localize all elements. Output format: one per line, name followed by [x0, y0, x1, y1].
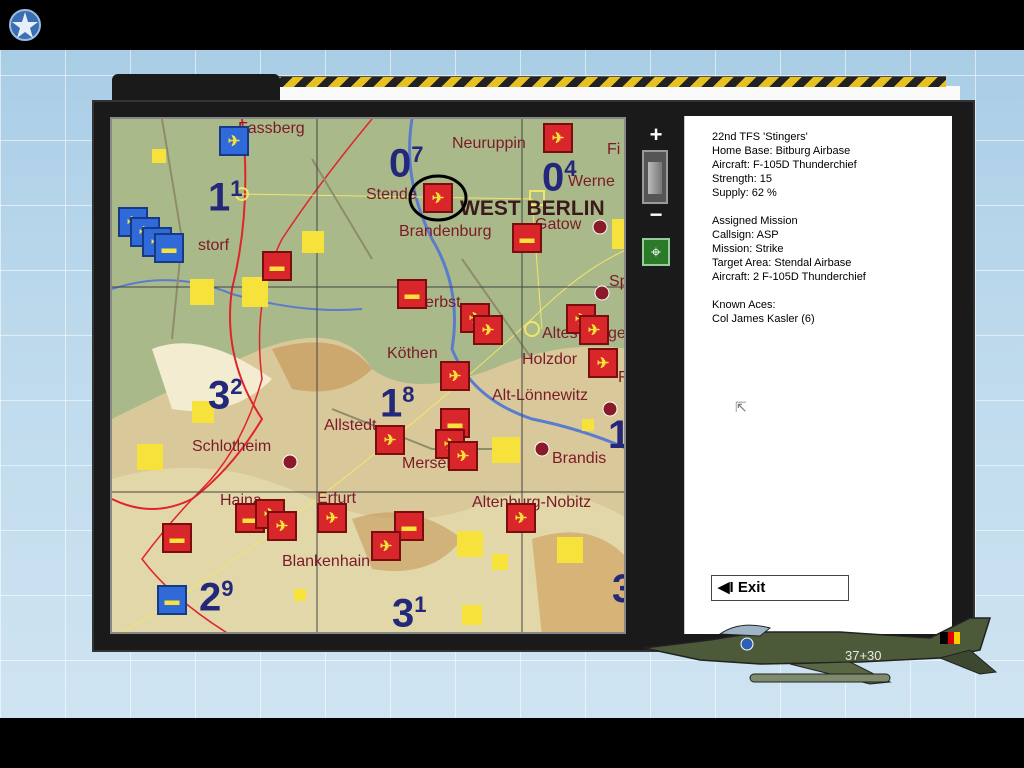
home-base: Home Base: Bitburg Airbase [712, 145, 851, 157]
map-label-storf: storf [198, 237, 230, 254]
pact-air-unit[interactable]: ✈ [543, 123, 573, 153]
pact-armor-unit[interactable]: ▬ [512, 223, 542, 253]
campaign-map[interactable]: Fassberg Neuruppin Fi Werne Stende WEST … [110, 117, 626, 634]
zoom-in-button[interactable]: + [640, 124, 672, 146]
map-label-neuruppin: Neuruppin [452, 135, 526, 152]
pact-air-unit[interactable]: ✈ [506, 503, 536, 533]
pact-air-unit[interactable]: ✈ [440, 361, 470, 391]
top-bar [0, 0, 1024, 50]
unit-supply: Supply: 62 % [712, 187, 777, 199]
mission-callsign: Callsign: ASP [712, 229, 779, 241]
zoom-slider[interactable] [642, 150, 668, 204]
pact-armor-unit[interactable]: ▬ [397, 279, 427, 309]
unit-info-panel: 22nd TFS 'Stingers' Home Base: Bitburg A… [684, 116, 952, 634]
map-label-brandenburg: Brandenburg [399, 223, 492, 240]
nato-armor-unit[interactable]: ▬ [157, 585, 187, 615]
map-label-kothen: Köthen [387, 345, 438, 362]
zone-number-edge-1: 1 [608, 415, 624, 455]
pact-armor-unit[interactable]: ▬ [162, 523, 192, 553]
map-label-schlotheim: Schlotheim [192, 438, 272, 455]
mouse-cursor-icon: ⇱ [735, 399, 747, 415]
map-label-west-berlin: WEST BERLIN [460, 197, 605, 220]
zone-number-18: 18 [380, 381, 415, 426]
ace-entry: Col James Kasler (6) [712, 313, 815, 325]
map-label-blankenhain: Blankenhain [282, 553, 371, 570]
map-label-brandis: Brandis [552, 450, 607, 467]
nato-armor-unit[interactable]: ▬ [154, 233, 184, 263]
map-label-fi: Fi [607, 141, 621, 158]
mission-type: Mission: Strike [712, 243, 784, 255]
mission-aircraft: Aircraft: 2 F-105D Thunderchief [712, 271, 866, 283]
map-label-ge: ge [608, 325, 626, 342]
zone-number-31: 31 [392, 591, 427, 634]
jet-tail-code: 37+30 [845, 648, 882, 663]
mission-target-area: Target Area: Stendal Airbase [712, 257, 852, 269]
bottom-bar [0, 718, 1024, 768]
map-label-f: F [618, 369, 624, 387]
pact-armor-unit[interactable]: ▬ [262, 251, 292, 281]
exit-button[interactable]: ◀I Exit [711, 575, 849, 601]
known-aces-header: Known Aces: [712, 299, 776, 311]
selection-ring [408, 174, 468, 222]
map-label-sp: Sp [609, 273, 624, 290]
pact-air-unit[interactable]: ✈ [375, 425, 405, 455]
pact-air-unit[interactable]: ✈ [588, 348, 618, 378]
pact-air-unit[interactable]: ✈ [448, 441, 478, 471]
unit-aircraft: Aircraft: F-105D Thunderchief [712, 159, 857, 171]
zone-number-32: 32 [208, 373, 243, 418]
unit-name: 22nd TFS 'Stingers' [712, 131, 808, 143]
crosshair-icon[interactable]: ⌖ [642, 238, 670, 266]
pact-air-unit[interactable]: ✈ [473, 315, 503, 345]
zone-number-11: 11 [208, 175, 243, 220]
zone-number-04: 04 [542, 155, 577, 200]
map-label-holzdorf: Holzdor [522, 351, 578, 368]
map-label-allstedt: Allstedt [324, 417, 377, 434]
pact-air-unit[interactable]: ✈ [371, 531, 401, 561]
hazard-stripe [270, 76, 946, 87]
star-emblem-icon[interactable] [8, 8, 42, 42]
pact-air-unit[interactable]: ✈ [579, 315, 609, 345]
pact-air-unit[interactable]: ✈ [317, 503, 347, 533]
map-label-zerbst: erbst [425, 294, 461, 311]
map-label-alt-lonnewitz: Alt-Lönnewitz [492, 387, 589, 404]
zoom-slider-thumb[interactable] [648, 162, 662, 194]
assigned-mission-header: Assigned Mission [712, 215, 798, 227]
unit-strength: Strength: 15 [712, 173, 772, 185]
zone-number-29: 29 [199, 575, 234, 620]
f4-phantom-jet-illustration: 37+30 [643, 617, 998, 685]
zoom-out-button[interactable]: − [640, 204, 672, 226]
nato-air-unit[interactable]: ✈ [219, 126, 249, 156]
pact-air-unit[interactable]: ✈ [267, 511, 297, 541]
zone-number-edge-3: 3 [612, 569, 624, 609]
